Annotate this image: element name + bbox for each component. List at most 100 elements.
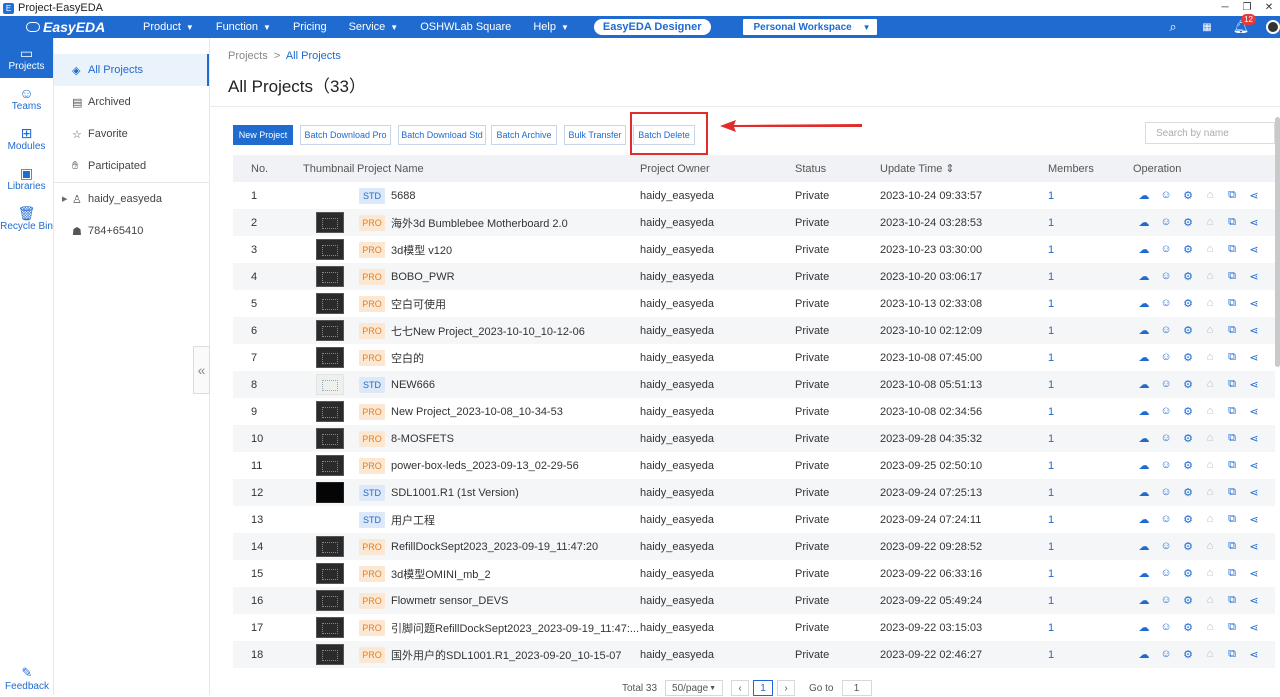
table-row[interactable]: 13 STD 用户工程 haidy_easyeda Private 2023-09-24 …: [233, 506, 1275, 533]
next-page-button[interactable]: ›: [777, 680, 796, 696]
row-members[interactable]: 1: [1048, 595, 1133, 607]
table-row[interactable]: 18 PRO 国外用户的SDL1001.R1_2023-09-20_10-15-07…: [233, 641, 1275, 668]
home-icon[interactable]: ⌂: [1199, 648, 1221, 661]
home-icon[interactable]: ⌂: [1199, 351, 1221, 364]
project-thumbnail[interactable]: [316, 293, 344, 314]
sidebar-item-participated[interactable]: ✋︎ Participated: [54, 150, 209, 182]
copy-icon[interactable]: ⧉: [1221, 567, 1243, 580]
search-icon[interactable]: ⌕: [1156, 19, 1190, 35]
prev-page-button[interactable]: ‹: [731, 680, 750, 696]
page-number-current[interactable]: 1: [753, 680, 774, 696]
share-icon[interactable]: ⋖: [1243, 297, 1265, 310]
sidebar-item-all-projects[interactable]: ◈ All Projects: [54, 54, 209, 86]
table-row[interactable]: 7 PRO 空白的 haidy_easyeda Private 2023-10-08 07…: [233, 344, 1275, 371]
bulk-transfer-button[interactable]: Bulk Transfer: [564, 125, 626, 145]
copy-icon[interactable]: ⧉: [1221, 270, 1243, 283]
minimize-icon[interactable]: ─: [1214, 0, 1236, 16]
table-row[interactable]: 4 PRO BOBO_PWR haidy_easyeda Private 2023-10-…: [233, 263, 1275, 290]
copy-icon[interactable]: ⧉: [1221, 405, 1243, 418]
home-icon[interactable]: ⌂: [1199, 189, 1221, 202]
project-name-link[interactable]: 用户工程: [391, 512, 435, 528]
settings-icon[interactable]: ⚙: [1177, 513, 1199, 526]
users-icon[interactable]: ☺: [1155, 459, 1177, 472]
users-icon[interactable]: ☺: [1155, 648, 1177, 661]
row-members[interactable]: 1: [1048, 433, 1133, 445]
table-row[interactable]: 12 STD SDL1001.R1 (1st Version) haidy_easye…: [233, 479, 1275, 506]
nav-item-help[interactable]: Help ▼: [522, 21, 580, 33]
nav-item-product[interactable]: Product ▼: [132, 21, 205, 33]
copy-icon[interactable]: ⧉: [1221, 189, 1243, 202]
copy-icon[interactable]: ⧉: [1221, 378, 1243, 391]
users-icon[interactable]: ☺: [1155, 324, 1177, 337]
project-name-link[interactable]: 8-MOSFETS: [391, 433, 454, 445]
table-row[interactable]: 15 PRO 3d模型OMINI_mb_2 haidy_easyeda Private 2…: [233, 560, 1275, 587]
expand-triangle-icon[interactable]: ▶: [62, 195, 67, 203]
project-name-link[interactable]: New Project_2023-10-08_10-34-53: [391, 406, 563, 418]
copy-icon[interactable]: ⧉: [1221, 351, 1243, 364]
users-icon[interactable]: ☺: [1155, 270, 1177, 283]
settings-icon[interactable]: ⚙: [1177, 459, 1199, 472]
project-thumbnail[interactable]: [316, 401, 344, 422]
rail-item-projects[interactable]: ▭ Projects: [0, 38, 53, 78]
users-icon[interactable]: ☺: [1155, 513, 1177, 526]
row-members[interactable]: 1: [1048, 406, 1133, 418]
project-thumbnail[interactable]: [316, 482, 344, 503]
table-row[interactable]: 2 PRO 海外3d Bumblebee Motherboard 2.0 haidy_…: [233, 209, 1275, 236]
project-thumbnail[interactable]: [316, 563, 344, 584]
copy-icon[interactable]: ⧉: [1221, 486, 1243, 499]
page-size-select[interactable]: 50/page ▼: [665, 680, 724, 696]
copy-icon[interactable]: ⧉: [1221, 432, 1243, 445]
project-name-link[interactable]: 3d模型 v120: [391, 242, 452, 258]
row-members[interactable]: 1: [1048, 190, 1133, 202]
table-row[interactable]: 14 PRO RefillDockSept2023_2023-09-19_11:47…: [233, 533, 1275, 560]
project-thumbnail[interactable]: [316, 239, 344, 260]
sidebar-item-user[interactable]: ▶ ♙ haidy_easyeda: [54, 183, 209, 215]
settings-icon[interactable]: ⚙: [1177, 432, 1199, 445]
sidebar-item-favorite[interactable]: ☆ Favorite: [54, 118, 209, 150]
settings-icon[interactable]: ⚙: [1177, 216, 1199, 229]
table-row[interactable]: 6 PRO 七七New Project_2023-10-10_10-12-06 hai…: [233, 317, 1275, 344]
cloud-download-icon[interactable]: ☁: [1133, 567, 1155, 580]
cloud-download-icon[interactable]: ☁: [1133, 513, 1155, 526]
settings-icon[interactable]: ⚙: [1177, 486, 1199, 499]
share-icon[interactable]: ⋖: [1243, 270, 1265, 283]
settings-icon[interactable]: ⚙: [1177, 351, 1199, 364]
project-thumbnail[interactable]: [316, 455, 344, 476]
row-members[interactable]: 1: [1048, 325, 1133, 337]
users-icon[interactable]: ☺: [1155, 567, 1177, 580]
easyeda-designer-button[interactable]: EasyEDA Designer: [593, 19, 711, 35]
language-flag-icon[interactable]: ▦: [1190, 22, 1224, 33]
project-name-link[interactable]: SDL1001.R1 (1st Version): [391, 487, 519, 499]
project-thumbnail[interactable]: [316, 617, 344, 638]
project-thumbnail[interactable]: [316, 212, 344, 233]
share-icon[interactable]: ⋖: [1243, 594, 1265, 607]
table-row[interactable]: 8 STD NEW666 haidy_easyeda Private 2023-10-08…: [233, 371, 1275, 398]
settings-icon[interactable]: ⚙: [1177, 540, 1199, 553]
collapse-sidebar-button[interactable]: «: [193, 346, 210, 394]
batch-archive-button[interactable]: Batch Archive: [491, 125, 557, 145]
home-icon[interactable]: ⌂: [1199, 621, 1221, 634]
copy-icon[interactable]: ⧉: [1221, 648, 1243, 661]
cloud-download-icon[interactable]: ☁: [1133, 216, 1155, 229]
share-icon[interactable]: ⋖: [1243, 567, 1265, 580]
batch-download-std-button[interactable]: Batch Download Std: [398, 125, 486, 145]
users-icon[interactable]: ☺: [1155, 594, 1177, 607]
project-name-link[interactable]: NEW666: [391, 379, 435, 391]
cloud-download-icon[interactable]: ☁: [1133, 459, 1155, 472]
home-icon[interactable]: ⌂: [1199, 270, 1221, 283]
nav-item-function[interactable]: Function ▼: [205, 21, 282, 33]
share-icon[interactable]: ⋖: [1243, 540, 1265, 553]
cloud-download-icon[interactable]: ☁: [1133, 405, 1155, 418]
batch-download-pro-button[interactable]: Batch Download Pro: [300, 125, 391, 145]
cloud-download-icon[interactable]: ☁: [1133, 648, 1155, 661]
copy-icon[interactable]: ⧉: [1221, 297, 1243, 310]
project-thumbnail[interactable]: [316, 428, 344, 449]
table-row[interactable]: 5 PRO 空白可使用 haidy_easyeda Private 2023-10-13 …: [233, 290, 1275, 317]
table-row[interactable]: 1 STD 5688 haidy_easyeda Private 2023-10-24 0…: [233, 182, 1275, 209]
home-icon[interactable]: ⌂: [1199, 243, 1221, 256]
cloud-download-icon[interactable]: ☁: [1133, 189, 1155, 202]
settings-icon[interactable]: ⚙: [1177, 270, 1199, 283]
project-name-link[interactable]: 引脚问题RefillDockSept2023_2023-09-19_11:47:…: [391, 620, 639, 636]
copy-icon[interactable]: ⧉: [1221, 324, 1243, 337]
share-icon[interactable]: ⋖: [1243, 405, 1265, 418]
